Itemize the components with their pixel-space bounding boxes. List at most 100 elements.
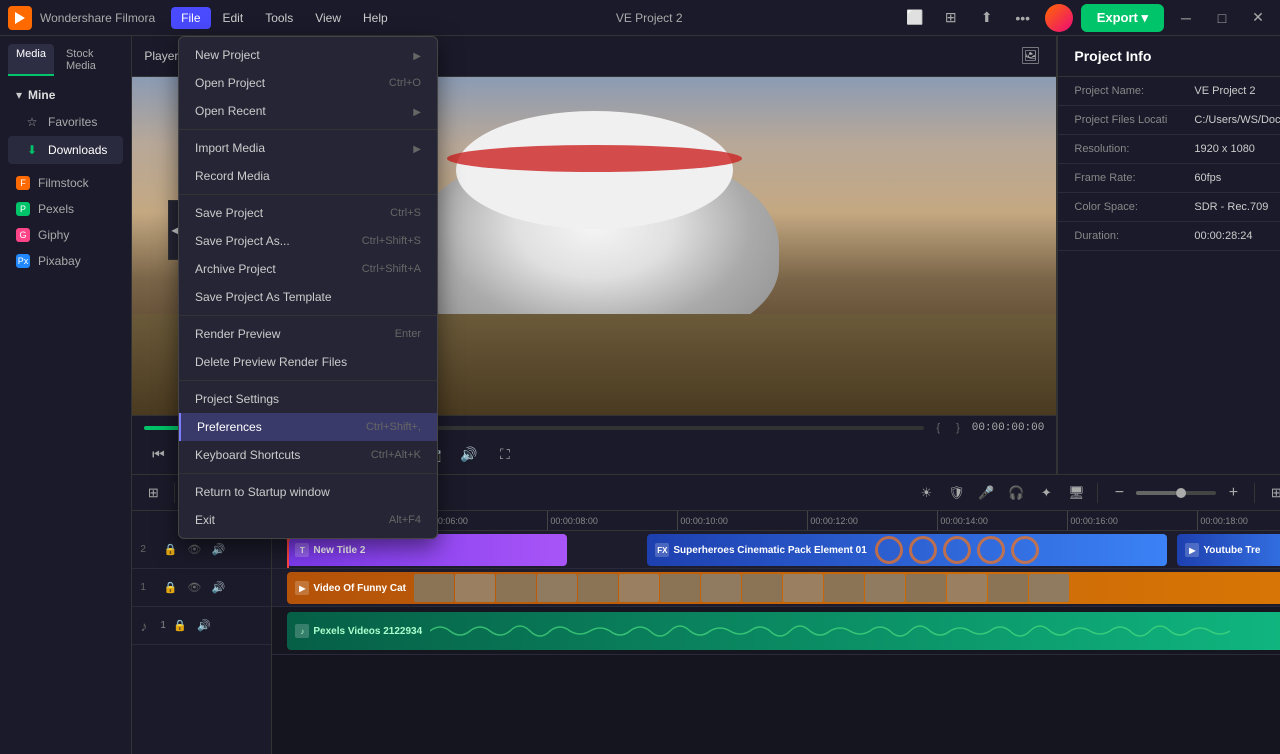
project-info-panel: Project Info Project Name: VE Project 2 … [1057,36,1280,474]
track-row-audio: ♪ Pexels Videos 2122934 ⚙ [272,607,1280,655]
headphone-icon[interactable]: 🎧 [1003,480,1029,506]
track-1-num: 1 [140,582,156,593]
track-audio-lock-btn[interactable]: 🔒 [170,616,190,636]
file-dropdown-menu: New Project Open Project Ctrl+O Open Rec… [178,36,438,539]
tab-stock-media[interactable]: Stock Media [58,44,123,76]
add-track-button[interactable]: ⊞ [140,480,166,506]
maximize-icon[interactable]: □ [1208,4,1236,32]
fx-clip-icon: FX [655,543,669,557]
skip-back-button[interactable]: ⏮ [144,440,172,468]
track-1-lock-btn[interactable]: 🔒 [160,578,180,598]
restore-icon[interactable]: ⬜ [901,4,929,32]
grid-view-button[interactable]: ⊞ [1263,480,1280,506]
project-name-row: Project Name: VE Project 2 [1058,77,1280,106]
minimize-icon[interactable]: ─ [1172,4,1200,32]
menu-new-project[interactable]: New Project [179,41,437,69]
sidebar-pixabay[interactable]: Px Pixabay [0,248,131,274]
track-1-eye-btn[interactable]: 👁 [184,578,204,598]
track-labels: 2 🔒 👁 🔊 1 🔒 👁 🔊 ♪ 1 [132,511,272,754]
volume-icon[interactable]: 🔊 [455,440,483,468]
sidebar-item-downloads[interactable]: ⬇ Downloads [8,136,123,164]
close-icon[interactable]: ✕ [1244,4,1272,32]
export-button[interactable]: Export ▾ [1081,4,1164,32]
framerate-label: Frame Rate: [1074,172,1194,184]
track-2-eye-btn[interactable]: 👁 [184,540,204,560]
zoom-out-button[interactable]: − [1106,480,1132,506]
thumb-3 [496,574,536,602]
clip-audio[interactable]: ♪ Pexels Videos 2122934 ⚙ [287,612,1280,650]
menu-import-media[interactable]: Import Media [179,134,437,162]
menu-delete-render[interactable]: Delete Preview Render Files [179,348,437,376]
menu-exit[interactable]: Exit Alt+F4 [179,506,437,534]
project-location-label: Project Files Locati [1074,114,1194,126]
menu-tools[interactable]: Tools [255,7,303,29]
sidebar-filmstock[interactable]: F Filmstock [0,170,131,196]
zoom-slider[interactable] [1136,491,1216,495]
menu-help[interactable]: Help [353,7,398,29]
circle-4 [977,536,1005,564]
menu-keyboard-shortcuts[interactable]: Keyboard Shortcuts Ctrl+Alt+K [179,441,437,469]
apps-icon[interactable]: ⊞ [937,4,965,32]
favorites-label: Favorites [48,115,97,129]
title-clip-icon: T [295,543,309,557]
user-avatar[interactable] [1045,4,1073,32]
menu-archive-project[interactable]: Archive Project Ctrl+Shift+A [179,255,437,283]
track-audio-num: ♪ [140,618,156,634]
menu-startup-window[interactable]: Return to Startup window [179,478,437,506]
sparkle-icon[interactable]: ✦ [1033,480,1059,506]
menu-open-recent[interactable]: Open Recent [179,97,437,125]
fullscreen-icon[interactable]: ⛶ [491,440,519,468]
colorspace-row: Color Space: SDR - Rec.709 [1058,193,1280,222]
clip-youtube[interactable]: ▶ Youtube Tre [1177,534,1280,566]
player-photo-icon[interactable]: 🖼 [1016,42,1044,70]
menu-edit[interactable]: Edit [213,7,254,29]
sep-5 [179,473,437,474]
menu-record-media[interactable]: Record Media [179,162,437,190]
ruler-tick-10: 00:00:10:00 [677,511,807,530]
thumb-7 [660,574,700,602]
track-2-volume-btn[interactable]: 🔊 [208,540,228,560]
menu-file[interactable]: File [171,7,210,29]
more-icon[interactable]: ••• [1009,4,1037,32]
giphy-label: Giphy [38,228,69,242]
video-clip-icon: ▶ [295,581,309,595]
yt-clip-icon: ▶ [1185,543,1199,557]
menu-view[interactable]: View [305,7,351,29]
sidebar-giphy[interactable]: G Giphy [0,222,131,248]
menu-project-settings[interactable]: Project Settings [179,385,437,413]
circle-3 [943,536,971,564]
sun-icon[interactable]: ☀ [913,480,939,506]
resolution-value: 1920 x 1080 [1194,143,1280,155]
project-name-value: VE Project 2 [1194,85,1280,97]
thumb-4 [537,574,577,602]
track-1-volume-btn[interactable]: 🔊 [208,578,228,598]
shield-icon[interactable]: 🛡 [943,480,969,506]
track-audio-volume-btn[interactable]: 🔊 [194,616,214,636]
sidebar-pexels[interactable]: P Pexels [0,196,131,222]
menu-save-project-as[interactable]: Save Project As... Ctrl+Shift+S [179,227,437,255]
menu-preferences[interactable]: Preferences Ctrl+Shift+, [179,413,437,441]
sidebar-mine-header[interactable]: ▾ Mine [8,82,123,108]
sep-4 [179,380,437,381]
track-2-lock-btn[interactable]: 🔒 [160,540,180,560]
tab-media[interactable]: Media [8,44,54,76]
sep-2 [179,194,437,195]
menu-open-project[interactable]: Open Project Ctrl+O [179,69,437,97]
colorspace-value: SDR - Rec.709 [1194,201,1280,213]
zoom-in-button[interactable]: + [1220,480,1246,506]
mic-button[interactable]: 🎤 [973,480,999,506]
duration-row: Duration: 00:00:28:24 [1058,222,1280,251]
screen-icon[interactable]: 🖥 [1063,480,1089,506]
upload-icon[interactable]: ⬆ [973,4,1001,32]
clip-fx[interactable]: FX Superheroes Cinematic Pack Element 01 [647,534,1167,566]
clip-video[interactable]: ▶ Video Of Funny Cat [287,572,1280,604]
menu-render-preview[interactable]: Render Preview Enter [179,320,437,348]
menu-save-project[interactable]: Save Project Ctrl+S [179,199,437,227]
chevron-down-icon: ▾ [16,88,22,102]
sidebar-item-favorites[interactable]: ☆ Favorites [8,108,123,136]
resolution-row: Resolution: 1920 x 1080 [1058,135,1280,164]
menu-save-as-template[interactable]: Save Project As Template [179,283,437,311]
waveform [430,619,1280,643]
app-name: Wondershare Filmora [40,11,155,25]
circle-2 [909,536,937,564]
